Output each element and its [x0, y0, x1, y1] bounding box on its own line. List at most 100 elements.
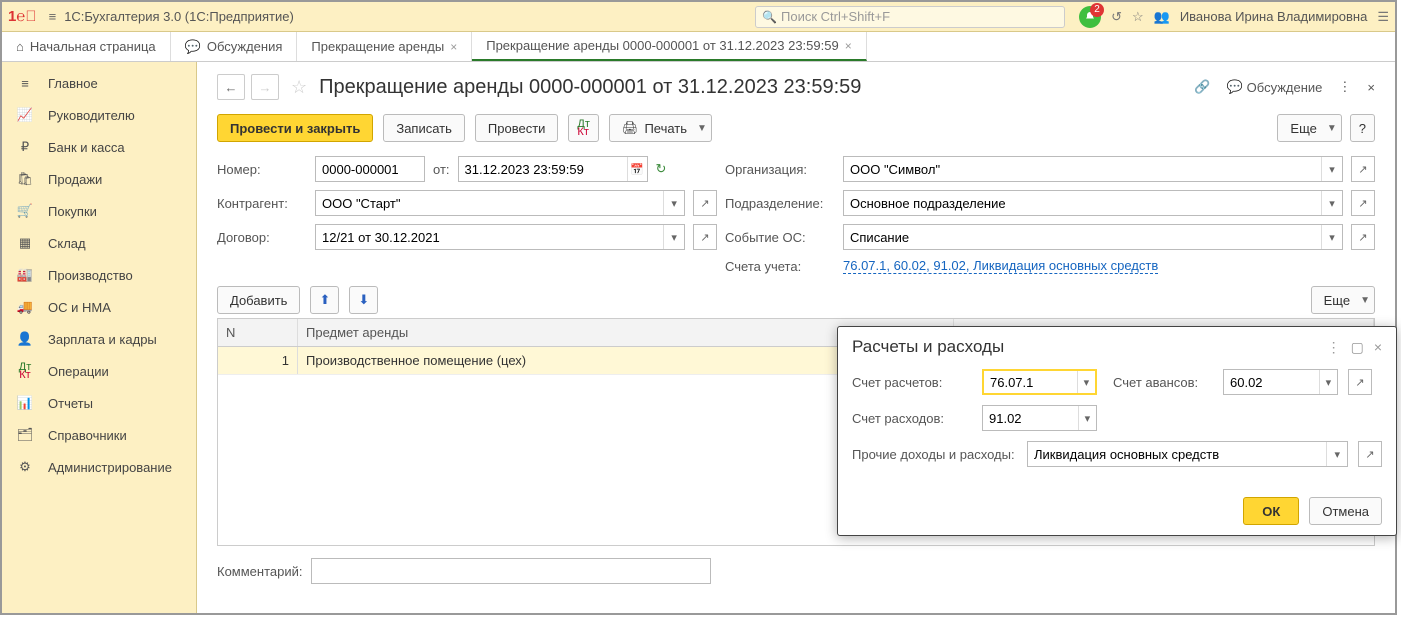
- sidebar-item-manager[interactable]: 📈Руководителю: [2, 99, 196, 131]
- sidebar-item-admin[interactable]: ⚙Администрирование: [2, 451, 196, 483]
- chevron-down-icon[interactable]: ▾: [663, 225, 684, 249]
- sidebar-item-sales[interactable]: 🛍Продажи: [2, 163, 196, 195]
- refresh-icon[interactable]: ↻: [656, 161, 667, 177]
- chevron-down-icon[interactable]: ▾: [1321, 191, 1342, 215]
- notifications-button[interactable]: 2: [1079, 6, 1101, 28]
- sidebar-item-main[interactable]: ≡Главное: [2, 68, 196, 99]
- history-icon[interactable]: ↺: [1111, 9, 1122, 25]
- ok-button[interactable]: ОК: [1243, 497, 1299, 525]
- print-button[interactable]: 🖨Печать▼: [609, 114, 712, 142]
- table-more-button[interactable]: Еще▼: [1311, 286, 1375, 314]
- btn-label: Провести и закрыть: [230, 121, 360, 136]
- chevron-down-icon[interactable]: ▾: [1321, 225, 1342, 249]
- other-field[interactable]: ▾: [1027, 441, 1348, 467]
- back-button[interactable]: ←: [217, 74, 245, 100]
- discuss-button[interactable]: 💬 Обсуждение: [1226, 79, 1322, 95]
- chevron-down-icon[interactable]: ▾: [663, 191, 684, 215]
- acc-advance-open-button[interactable]: ↗: [1348, 369, 1372, 395]
- org-field[interactable]: ▾: [843, 156, 1343, 182]
- tab-termination-doc[interactable]: Прекращение аренды 0000-000001 от 31.12.…: [472, 32, 866, 61]
- other-open-button[interactable]: ↗: [1358, 441, 1382, 467]
- sidebar-item-production[interactable]: 🏭Производство: [2, 259, 196, 291]
- users-icon[interactable]: 👥: [1154, 9, 1170, 25]
- contr-open-button[interactable]: ↗: [693, 190, 717, 216]
- sidebar-item-operations[interactable]: ДтКтОперации: [2, 355, 196, 387]
- org-open-button[interactable]: ↗: [1351, 156, 1375, 182]
- tab-discussions[interactable]: 💬 Обсуждения: [171, 32, 298, 61]
- comment-field[interactable]: [311, 558, 711, 584]
- contr-input[interactable]: [316, 191, 663, 215]
- close-icon[interactable]: ×: [1374, 339, 1382, 355]
- chevron-down-icon[interactable]: ▾: [1078, 406, 1096, 430]
- post-button[interactable]: Провести: [475, 114, 559, 142]
- contract-open-button[interactable]: ↗: [693, 224, 717, 250]
- cancel-button[interactable]: Отмена: [1309, 497, 1382, 525]
- move-up-button[interactable]: ⬆: [310, 286, 339, 314]
- help-button[interactable]: ?: [1350, 114, 1375, 142]
- close-icon[interactable]: ×: [1367, 80, 1375, 95]
- contract-field[interactable]: ▾: [315, 224, 685, 250]
- sidebar-item-label: Покупки: [48, 204, 97, 219]
- contract-input[interactable]: [316, 225, 663, 249]
- subdiv-input[interactable]: [844, 191, 1321, 215]
- chevron-down-icon[interactable]: ▾: [1077, 371, 1095, 393]
- date-field[interactable]: 📅: [458, 156, 648, 182]
- sidebar-item-warehouse[interactable]: ▦Склад: [2, 227, 196, 259]
- close-icon[interactable]: ×: [450, 40, 457, 54]
- transactions-button[interactable]: ДтКт: [568, 114, 599, 142]
- comment-input[interactable]: [312, 559, 710, 583]
- sidebar-item-hr[interactable]: 👤Зарплата и кадры: [2, 323, 196, 355]
- sidebar-item-purchases[interactable]: 🛒Покупки: [2, 195, 196, 227]
- other-label: Прочие доходы и расходы:: [852, 447, 1017, 462]
- maximize-icon[interactable]: ▢: [1351, 339, 1364, 356]
- sidebar-item-label: Операции: [48, 364, 109, 379]
- sidebar-item-assets[interactable]: 🚚ОС и НМА: [2, 291, 196, 323]
- event-field[interactable]: ▾: [843, 224, 1343, 250]
- ruble-icon: ₽: [16, 139, 34, 155]
- favorite-icon[interactable]: ☆: [1132, 9, 1144, 25]
- sidebar-item-catalogs[interactable]: 🗂Справочники: [2, 419, 196, 451]
- chevron-down-icon[interactable]: ▾: [1319, 370, 1337, 394]
- col-n[interactable]: N: [218, 319, 298, 346]
- event-open-button[interactable]: ↗: [1351, 224, 1375, 250]
- subdiv-field[interactable]: ▾: [843, 190, 1343, 216]
- other-input[interactable]: [1028, 442, 1326, 466]
- calendar-icon[interactable]: 📅: [627, 157, 647, 181]
- acc-advance-field[interactable]: ▾: [1223, 369, 1338, 395]
- sidebar-item-bank[interactable]: ₽Банк и касса: [2, 131, 196, 163]
- post-and-close-button[interactable]: Провести и закрыть: [217, 114, 373, 142]
- chevron-down-icon[interactable]: ▾: [1326, 442, 1347, 466]
- contr-label: Контрагент:: [217, 196, 307, 211]
- search-input[interactable]: 🔍 Поиск Ctrl+Shift+F: [755, 6, 1065, 28]
- acc-expense-input[interactable]: [983, 406, 1078, 430]
- acc-settle-field[interactable]: ▾: [982, 369, 1097, 395]
- user-name[interactable]: Иванова Ирина Владимировна: [1180, 9, 1368, 24]
- more-vertical-icon[interactable]: ⋮: [1327, 339, 1341, 356]
- star-icon[interactable]: ☆: [291, 77, 307, 98]
- sidebar-item-reports[interactable]: 📊Отчеты: [2, 387, 196, 419]
- tab-termination-list[interactable]: Прекращение аренды ×: [297, 32, 472, 61]
- forward-button[interactable]: →: [251, 74, 279, 100]
- write-button[interactable]: Записать: [383, 114, 465, 142]
- subdiv-open-button[interactable]: ↗: [1351, 190, 1375, 216]
- settings-icon[interactable]: ☰: [1377, 9, 1389, 25]
- move-down-button[interactable]: ⬇: [349, 286, 378, 314]
- acc-expense-field[interactable]: ▾: [982, 405, 1097, 431]
- number-input[interactable]: [316, 157, 424, 181]
- link-icon[interactable]: 🔗: [1194, 79, 1210, 95]
- chevron-down-icon[interactable]: ▾: [1321, 157, 1342, 181]
- add-row-button[interactable]: Добавить: [217, 286, 300, 314]
- contr-field[interactable]: ▾: [315, 190, 685, 216]
- close-icon[interactable]: ×: [845, 39, 852, 53]
- date-input[interactable]: [459, 157, 627, 181]
- event-input[interactable]: [844, 225, 1321, 249]
- menu-icon[interactable]: ≡: [49, 9, 57, 24]
- acc-settle-input[interactable]: [984, 371, 1077, 393]
- more-vertical-icon[interactable]: ⋮: [1338, 79, 1351, 95]
- acc-advance-input[interactable]: [1224, 370, 1319, 394]
- number-field[interactable]: [315, 156, 425, 182]
- more-button[interactable]: Еще▼: [1277, 114, 1341, 142]
- tab-home[interactable]: ⌂ Начальная страница: [2, 32, 171, 61]
- org-input[interactable]: [844, 157, 1321, 181]
- accounts-link[interactable]: 76.07.1, 60.02, 91.02, Ликвидация основн…: [843, 258, 1158, 274]
